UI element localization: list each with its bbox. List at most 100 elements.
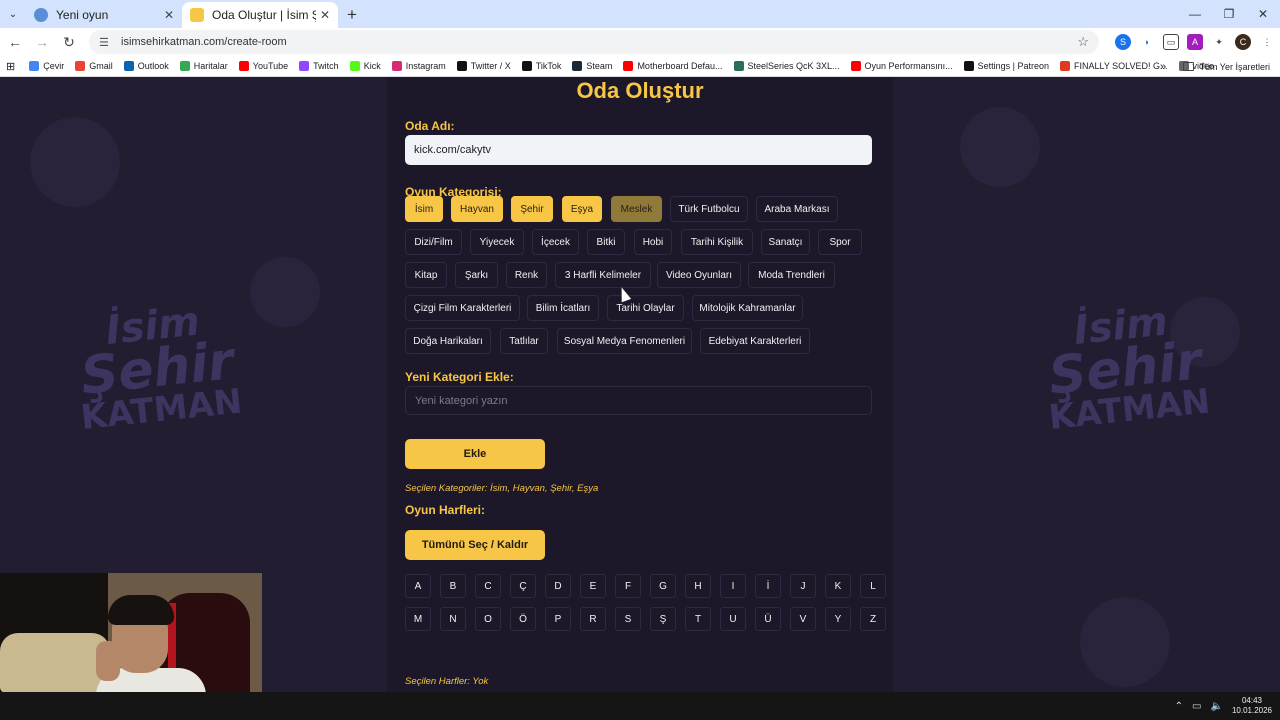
bookmark-item[interactable]: Settings | Patreon: [963, 61, 1049, 71]
category-chip[interactable]: Tarihi Kişilik: [681, 229, 753, 255]
bookmark-item[interactable]: Outlook: [123, 61, 169, 71]
category-chip[interactable]: Hayvan: [451, 196, 503, 222]
letter-button[interactable]: D: [545, 574, 571, 598]
letter-button[interactable]: I: [720, 574, 746, 598]
extensions-puzzle-icon[interactable]: ✦: [1211, 34, 1227, 50]
category-chip[interactable]: Hobi: [634, 229, 672, 255]
category-chip[interactable]: İçecek: [532, 229, 579, 255]
letter-button[interactable]: J: [790, 574, 816, 598]
site-info-icon[interactable]: ☰: [99, 36, 113, 49]
new-tab-button[interactable]: +: [338, 2, 366, 28]
chevron-up-icon[interactable]: ⌃: [1175, 701, 1183, 712]
letter-button[interactable]: Z: [860, 607, 886, 631]
category-chip[interactable]: Sanatçı: [761, 229, 810, 255]
category-chip[interactable]: Şarkı: [455, 262, 498, 288]
category-chip[interactable]: Bitki: [587, 229, 625, 255]
profile-avatar[interactable]: C: [1235, 34, 1251, 50]
letter-button[interactable]: S: [615, 607, 641, 631]
letter-button[interactable]: G: [650, 574, 676, 598]
letter-button[interactable]: Ü: [755, 607, 781, 631]
letter-button[interactable]: E: [580, 574, 606, 598]
close-window-icon[interactable]: ✕: [1246, 0, 1280, 28]
category-chip[interactable]: Tarihi Olaylar: [607, 295, 684, 321]
category-chip[interactable]: Edebiyat Karakterleri: [700, 328, 810, 354]
forward-icon[interactable]: →: [30, 30, 54, 54]
bookmark-item[interactable]: FINALLY SOLVED! G...: [1059, 61, 1168, 71]
category-chip[interactable]: Eşya: [562, 196, 602, 222]
letter-button[interactable]: L: [860, 574, 886, 598]
category-chip[interactable]: Sosyal Medya Fenomenleri: [557, 328, 692, 354]
category-chip[interactable]: Spor: [818, 229, 862, 255]
category-chip[interactable]: 3 Harfli Kelimeler: [555, 262, 651, 288]
volume-icon[interactable]: 🔈: [1211, 701, 1223, 712]
letter-button[interactable]: Ç: [510, 574, 536, 598]
letter-button[interactable]: Y: [825, 607, 851, 631]
add-category-button[interactable]: Ekle: [405, 439, 545, 469]
room-name-input[interactable]: kick.com/cakytv: [405, 135, 872, 165]
bookmark-star-icon[interactable]: ☆: [1077, 34, 1089, 50]
back-icon[interactable]: ←: [3, 30, 27, 54]
bookmark-item[interactable]: Oyun Performansını...: [850, 61, 953, 71]
tab-search-icon[interactable]: ⌄: [0, 0, 26, 28]
bookmark-item[interactable]: Twitter / X: [456, 61, 511, 71]
bookmark-item[interactable]: Kick: [349, 61, 381, 71]
bookmark-item[interactable]: Instagram: [391, 61, 446, 71]
letter-button[interactable]: V: [790, 607, 816, 631]
address-bar[interactable]: ☰ isimsehirkatman.com/create-room ☆: [89, 30, 1099, 54]
category-chip[interactable]: Moda Trendleri: [748, 262, 835, 288]
category-chip[interactable]: Video Oyunları: [657, 262, 741, 288]
letter-button[interactable]: O: [475, 607, 501, 631]
category-chip[interactable]: Çizgi Film Karakterleri: [405, 295, 520, 321]
category-chip[interactable]: Türk Futbolcu: [670, 196, 748, 222]
extension-icon[interactable]: ◗: [1139, 34, 1155, 50]
category-chip[interactable]: Tatlılar: [500, 328, 548, 354]
category-chip[interactable]: Kitap: [405, 262, 447, 288]
restore-icon[interactable]: ❐: [1212, 0, 1246, 28]
new-category-input[interactable]: Yeni kategori yazın: [405, 386, 872, 415]
apps-grid-icon[interactable]: ⊞: [6, 60, 15, 73]
category-chip[interactable]: Meslek: [611, 196, 662, 222]
letter-button[interactable]: Ş: [650, 607, 676, 631]
category-chip[interactable]: Bilim İcatları: [527, 295, 599, 321]
category-chip[interactable]: Araba Markası: [756, 196, 838, 222]
letter-button[interactable]: R: [580, 607, 606, 631]
tab-oda-olustur[interactable]: Oda Oluştur | İsim Şehir Katman ✕: [182, 2, 338, 28]
letter-button[interactable]: İ: [755, 574, 781, 598]
toggle-all-letters-button[interactable]: Tümünü Seç / Kaldır: [405, 530, 545, 560]
bookmark-item[interactable]: Çevir: [29, 61, 64, 71]
network-icon[interactable]: ▭: [1192, 701, 1201, 712]
letter-button[interactable]: C: [475, 574, 501, 598]
letter-button[interactable]: B: [440, 574, 466, 598]
tab-yeni-oyun[interactable]: Yeni oyun ✕: [26, 2, 182, 28]
bookmark-item[interactable]: Haritalar: [179, 61, 228, 71]
bookmark-item[interactable]: TikTok: [521, 61, 561, 71]
letter-button[interactable]: M: [405, 607, 431, 631]
reload-icon[interactable]: ↻: [57, 30, 81, 54]
category-chip[interactable]: İsim: [405, 196, 443, 222]
close-icon[interactable]: ✕: [320, 8, 330, 22]
letter-button[interactable]: H: [685, 574, 711, 598]
menu-dots-icon[interactable]: ⋮: [1259, 34, 1275, 50]
cast-icon[interactable]: ▭: [1163, 34, 1179, 50]
category-chip[interactable]: Mitolojik Kahramanlar: [692, 295, 803, 321]
clock[interactable]: 04:43 10.01.2026: [1232, 696, 1272, 715]
category-chip[interactable]: Renk: [506, 262, 547, 288]
minimize-icon[interactable]: —: [1178, 0, 1212, 28]
category-chip[interactable]: Dizi/Film: [405, 229, 462, 255]
category-chip[interactable]: Şehir: [511, 196, 553, 222]
letter-button[interactable]: T: [685, 607, 711, 631]
letter-button[interactable]: K: [825, 574, 851, 598]
bookmark-item[interactable]: SteelSeries QcK 3XL...: [733, 61, 840, 71]
bookmark-item[interactable]: Steam: [572, 61, 612, 71]
letter-button[interactable]: U: [720, 607, 746, 631]
close-icon[interactable]: ✕: [164, 8, 174, 22]
letter-button[interactable]: A: [405, 574, 431, 598]
letter-button[interactable]: N: [440, 607, 466, 631]
category-chip[interactable]: Yiyecek: [470, 229, 524, 255]
letter-button[interactable]: Ö: [510, 607, 536, 631]
bookmarks-more-button[interactable]: »: [1160, 56, 1166, 76]
letter-button[interactable]: F: [615, 574, 641, 598]
bookmark-item[interactable]: Gmail: [75, 61, 113, 71]
category-chip[interactable]: Doğa Harikaları: [405, 328, 491, 354]
bookmark-item[interactable]: Twitch: [299, 61, 339, 71]
